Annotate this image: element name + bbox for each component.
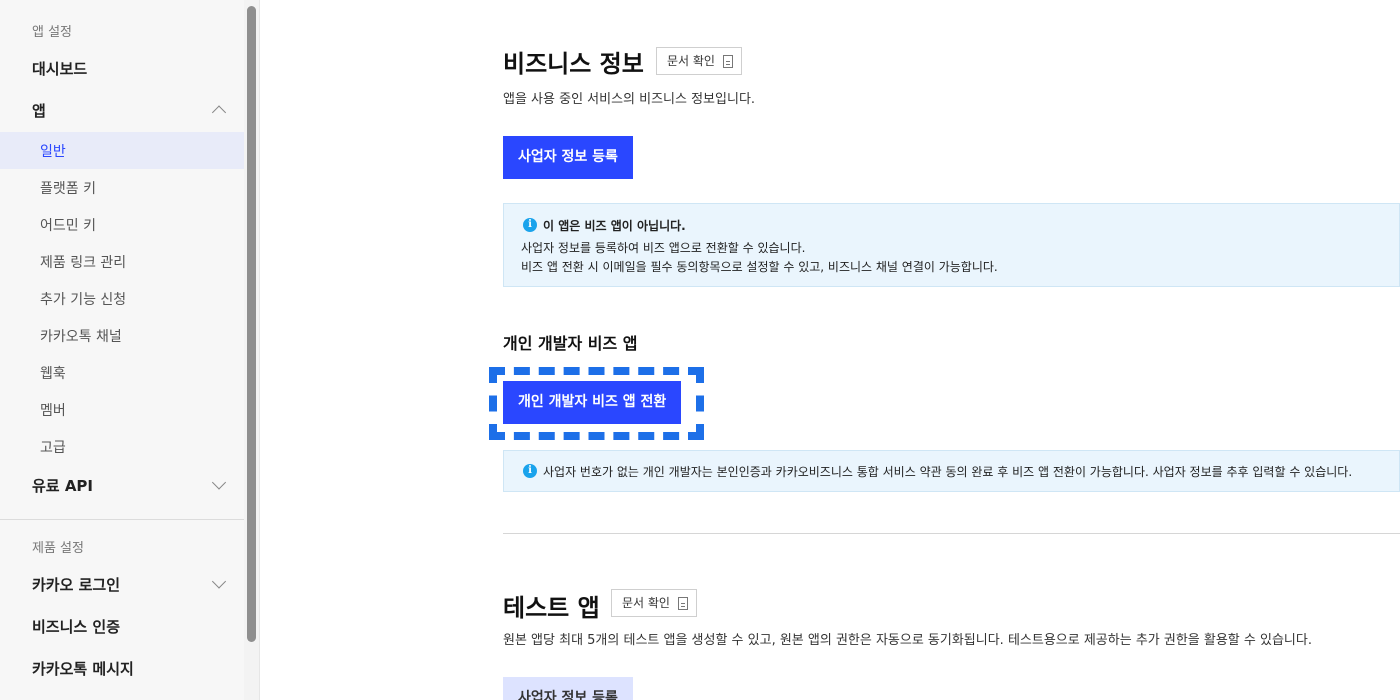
- chevron-down-icon: [211, 574, 227, 589]
- info-icon: i: [523, 218, 537, 232]
- sidebar-item-kakaotalk-channel[interactable]: 카카오톡 채널: [40, 326, 122, 346]
- sidebar-active-highlight: [0, 132, 244, 169]
- doc-button-label: 문서 확인: [622, 596, 670, 610]
- biz-app-notice-line2: 비즈 앱 전환 시 이메일을 필수 동의항목으로 설정할 수 있고, 비즈니스 …: [521, 260, 998, 274]
- personal-biz-heading: 개인 개발자 비즈 앱: [503, 334, 638, 353]
- scrollbar-thumb[interactable]: [247, 6, 256, 642]
- sidebar-section-app-settings: 앱 설정: [32, 25, 73, 40]
- sidebar-item-paid-api-label: 유료 API: [32, 477, 94, 495]
- sidebar-item-business-auth[interactable]: 비즈니스 인증: [32, 616, 224, 637]
- business-info-doc-button[interactable]: 문서 확인: [656, 47, 742, 75]
- sidebar-item-admin-key[interactable]: 어드민 키: [40, 215, 96, 235]
- sidebar-item-general[interactable]: 일반: [40, 141, 66, 161]
- test-app-description: 원본 앱당 최대 5개의 테스트 앱을 생성할 수 있고, 원본 앱의 권한은 …: [503, 633, 1312, 648]
- document-icon: [677, 597, 688, 610]
- test-app-title: 테스트 앱: [503, 594, 600, 622]
- doc-button-label: 문서 확인: [667, 54, 715, 68]
- document-icon: [722, 55, 733, 68]
- sidebar-item-advanced[interactable]: 고급: [40, 437, 66, 457]
- register-business-button[interactable]: 사업자 정보 등록: [503, 136, 633, 179]
- personal-biz-notice: i 사업자 번호가 없는 개인 개발자는 본인인증과 카카오비즈니스 통합 서비…: [503, 450, 1400, 492]
- personal-biz-notice-text: 사업자 번호가 없는 개인 개발자는 본인인증과 카카오비즈니스 통합 서비스 …: [543, 465, 1353, 479]
- sidebar-item-kakao-login-label: 카카오 로그인: [32, 576, 121, 594]
- sidebar-scrollbar[interactable]: [244, 0, 260, 700]
- sidebar-item-feature-request[interactable]: 추가 기능 신청: [40, 289, 126, 309]
- sidebar-divider: [0, 519, 244, 520]
- chevron-up-icon: [211, 105, 227, 120]
- biz-app-notice-title: 이 앱은 비즈 앱이 아닙니다.: [543, 219, 686, 233]
- biz-app-notice-line1: 사업자 정보를 등록하여 비즈 앱으로 전환할 수 있습니다.: [521, 241, 806, 255]
- test-app-doc-button[interactable]: 문서 확인: [611, 589, 697, 617]
- biz-app-notice: i 이 앱은 비즈 앱이 아닙니다. 사업자 정보를 등록하여 비즈 앱으로 전…: [503, 203, 1400, 287]
- business-info-title: 비즈니스 정보: [503, 50, 644, 78]
- sidebar-item-platform-key[interactable]: 플랫폼 키: [40, 178, 96, 198]
- sidebar-item-dashboard[interactable]: 대시보드: [32, 58, 224, 79]
- sidebar-section-product-settings: 제품 설정: [32, 541, 84, 556]
- sidebar-item-members[interactable]: 멤버: [40, 400, 66, 420]
- sidebar-item-webhook[interactable]: 웹훅: [40, 363, 66, 383]
- section-divider: [503, 533, 1400, 534]
- sidebar-item-kakao-login[interactable]: 카카오 로그인: [32, 574, 227, 594]
- sidebar-item-app[interactable]: 앱: [32, 100, 227, 120]
- chevron-down-icon: [211, 475, 227, 490]
- sidebar: 앱 설정 대시보드 앱 일반 플랫폼 키 어드민 키 제품 링크 관리 추가 기…: [0, 0, 244, 700]
- sidebar-item-kakaotalk-message[interactable]: 카카오톡 메시지: [32, 658, 224, 679]
- test-app-register-button[interactable]: 사업자 정보 등록: [503, 677, 633, 700]
- business-info-description: 앱을 사용 중인 서비스의 비즈니스 정보입니다.: [503, 92, 756, 107]
- sidebar-item-product-link[interactable]: 제품 링크 관리: [40, 252, 126, 272]
- info-icon: i: [523, 464, 537, 478]
- personal-biz-convert-button[interactable]: 개인 개발자 비즈 앱 전환: [503, 381, 682, 424]
- sidebar-item-paid-api[interactable]: 유료 API: [32, 475, 227, 495]
- sidebar-item-app-label: 앱: [32, 102, 46, 120]
